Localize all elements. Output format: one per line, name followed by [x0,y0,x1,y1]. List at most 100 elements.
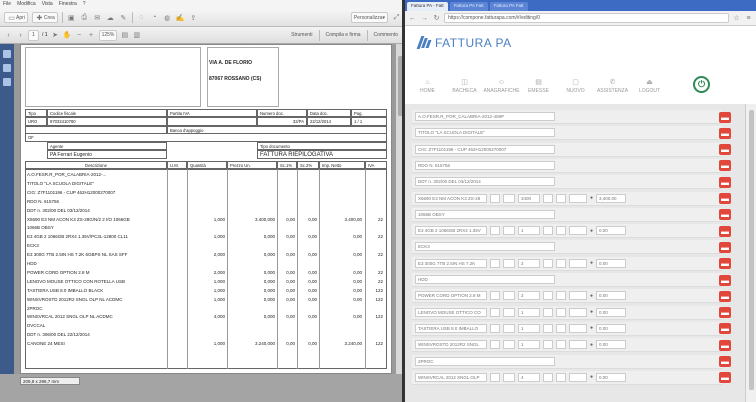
quantity-input[interactable] [503,340,515,350]
menu-vista[interactable]: Vista [42,1,53,8]
description-input[interactable]: LENOVO MOUSE OTTICO CO [415,307,487,317]
iva-input[interactable] [569,307,587,317]
delete-row-button[interactable]: ▬ [719,323,731,335]
nav-logout[interactable]: ⏏ LOGOUT [631,78,668,94]
um-input[interactable] [490,323,500,333]
next-page-icon[interactable]: › [16,31,25,40]
price-input[interactable]: 4 [518,372,540,382]
um-input[interactable] [490,340,500,350]
description-input[interactable]: WINSVROSTD 2012R2 SNGL [415,340,487,350]
discount-1-input[interactable] [543,258,553,268]
comment-icon[interactable]: ◌ [137,13,146,22]
zoom-out-icon[interactable]: − [75,31,84,40]
back-icon[interactable]: ← [408,14,417,23]
share-icon[interactable]: ⇪ [189,13,198,22]
description-input[interactable]: 2PROC [415,356,555,366]
print-icon[interactable]: ⎙ [80,13,89,22]
stamp-icon[interactable]: ◍ [163,13,172,22]
delete-row-button[interactable]: ▬ [719,258,731,270]
price-input[interactable]: 3400 [518,193,540,203]
iva-input[interactable] [569,372,587,382]
discount-1-input[interactable] [543,193,553,203]
edit-icon[interactable]: ✎ [119,13,128,22]
nav-anagrafiche[interactable]: ☺ ANAGRAFICHE [483,79,520,94]
description-input[interactable]: POWER CORD OPTION 2.8 M [415,291,487,301]
address-bar[interactable]: https://compone.fatturapa.com/#/editing/… [444,13,729,23]
delete-row-button[interactable]: ▬ [719,290,731,302]
delete-row-button[interactable]: ▬ [719,274,731,286]
description-input[interactable]: TITOLO "LA SCUOLA DIGITALE" [415,128,555,138]
discount-1-input[interactable] [543,372,553,382]
um-input[interactable] [490,226,500,236]
sign-icon[interactable]: ✍ [176,13,185,22]
quantity-input[interactable] [503,307,515,317]
mail-icon[interactable]: ✉ [93,13,102,22]
quantity-input[interactable] [503,291,515,301]
discount-2-input[interactable] [556,307,566,317]
discount-1-input[interactable] [543,291,553,301]
description-input[interactable]: A.O.FESR.R_POR_CALABRIA-2012-408P [415,112,555,121]
expand-icon[interactable]: ⤢ [392,13,401,22]
menu-icon[interactable]: ≡ [744,14,753,23]
iva-input[interactable] [569,258,587,268]
description-input[interactable]: E3 300G 7TB 2.5IN HS 7.2K [415,258,487,268]
browser-tab[interactable]: Fattura PA - Fatt [407,2,448,11]
discount-1-input[interactable] [543,340,553,350]
nav-nuovo[interactable]: ▢ NUOVO [557,78,594,94]
delete-row-button[interactable]: ▬ [719,193,731,204]
save-icon[interactable]: ▣ [67,13,76,22]
power-icon[interactable]: ⏻ [693,76,710,93]
bookmarks-panel-icon[interactable] [3,78,11,86]
browser-tab[interactable]: Fattura PA Fatt [449,2,488,11]
description-input[interactable]: CIG: Z7F1101196 - CUP 462H12000270007 [415,144,555,154]
discount-2-input[interactable] [556,340,566,350]
discount-2-input[interactable] [556,258,566,268]
iva-input[interactable] [569,291,587,301]
zoom-in-icon[interactable]: + [87,31,96,40]
nav-home[interactable]: ⌂ HOME [409,79,446,94]
discount-2-input[interactable] [556,193,566,203]
browser-vertical-scrollbar[interactable] [745,104,756,402]
description-input[interactable]: TASTIERA USB 8.0 IMBALLO [415,323,487,333]
menu-help[interactable]: ? [83,1,86,8]
quantity-input[interactable] [503,226,515,236]
total-input[interactable]: 0.00 [596,258,627,268]
star-icon[interactable]: ☆ [732,14,741,23]
discount-1-input[interactable] [543,323,553,333]
description-input[interactable]: 1066B OBSY [415,209,555,219]
highlight-icon[interactable]: ◔ [150,13,159,22]
delete-row-button[interactable]: ▬ [719,111,731,123]
browser-tab[interactable]: Fattura PA Fatt [489,2,528,11]
price-input[interactable]: 2 [518,258,540,268]
total-input[interactable]: 0.00 [596,291,627,301]
iva-input[interactable] [569,193,587,203]
discount-2-input[interactable] [556,291,566,301]
um-input[interactable] [490,307,500,317]
discount-2-input[interactable] [556,323,566,333]
quantity-input[interactable] [503,372,515,382]
um-input[interactable] [490,372,500,382]
delete-row-button[interactable]: ▬ [719,356,731,367]
nav-assistenza[interactable]: ✆ ASSISTENZA [594,78,631,94]
select-cursor-icon[interactable]: ➤ [51,31,60,40]
delete-row-button[interactable]: ▬ [719,144,731,156]
price-input[interactable]: 1 [518,226,540,236]
description-input[interactable]: RDO N. 615756 [415,160,555,170]
reload-icon[interactable]: ↻ [432,14,441,23]
comment-tab[interactable]: Commento [371,32,401,38]
delete-row-button[interactable]: ▬ [719,372,731,384]
description-input[interactable]: E3 4GB 2 1066GB 2RX4 1.35V [415,226,487,236]
delete-row-button[interactable]: ▬ [719,176,731,188]
fattura-pa-logo[interactable]: FATTURA PA [416,36,512,50]
prev-page-icon[interactable]: ‹ [4,31,13,40]
um-input[interactable] [490,193,500,203]
fit-width-icon[interactable]: ▥ [132,31,141,40]
description-input[interactable]: HDD [415,275,555,284]
delete-row-button[interactable]: ▬ [719,339,731,351]
total-input[interactable]: 0.00 [596,323,627,333]
discount-2-input[interactable] [556,226,566,236]
total-input[interactable]: 0.00 [596,340,627,350]
delete-row-button[interactable]: ▬ [719,127,731,139]
customize-dropdown[interactable]: Personalizza ▾ [350,12,388,23]
menu-finestra[interactable]: Finestra [59,1,77,8]
